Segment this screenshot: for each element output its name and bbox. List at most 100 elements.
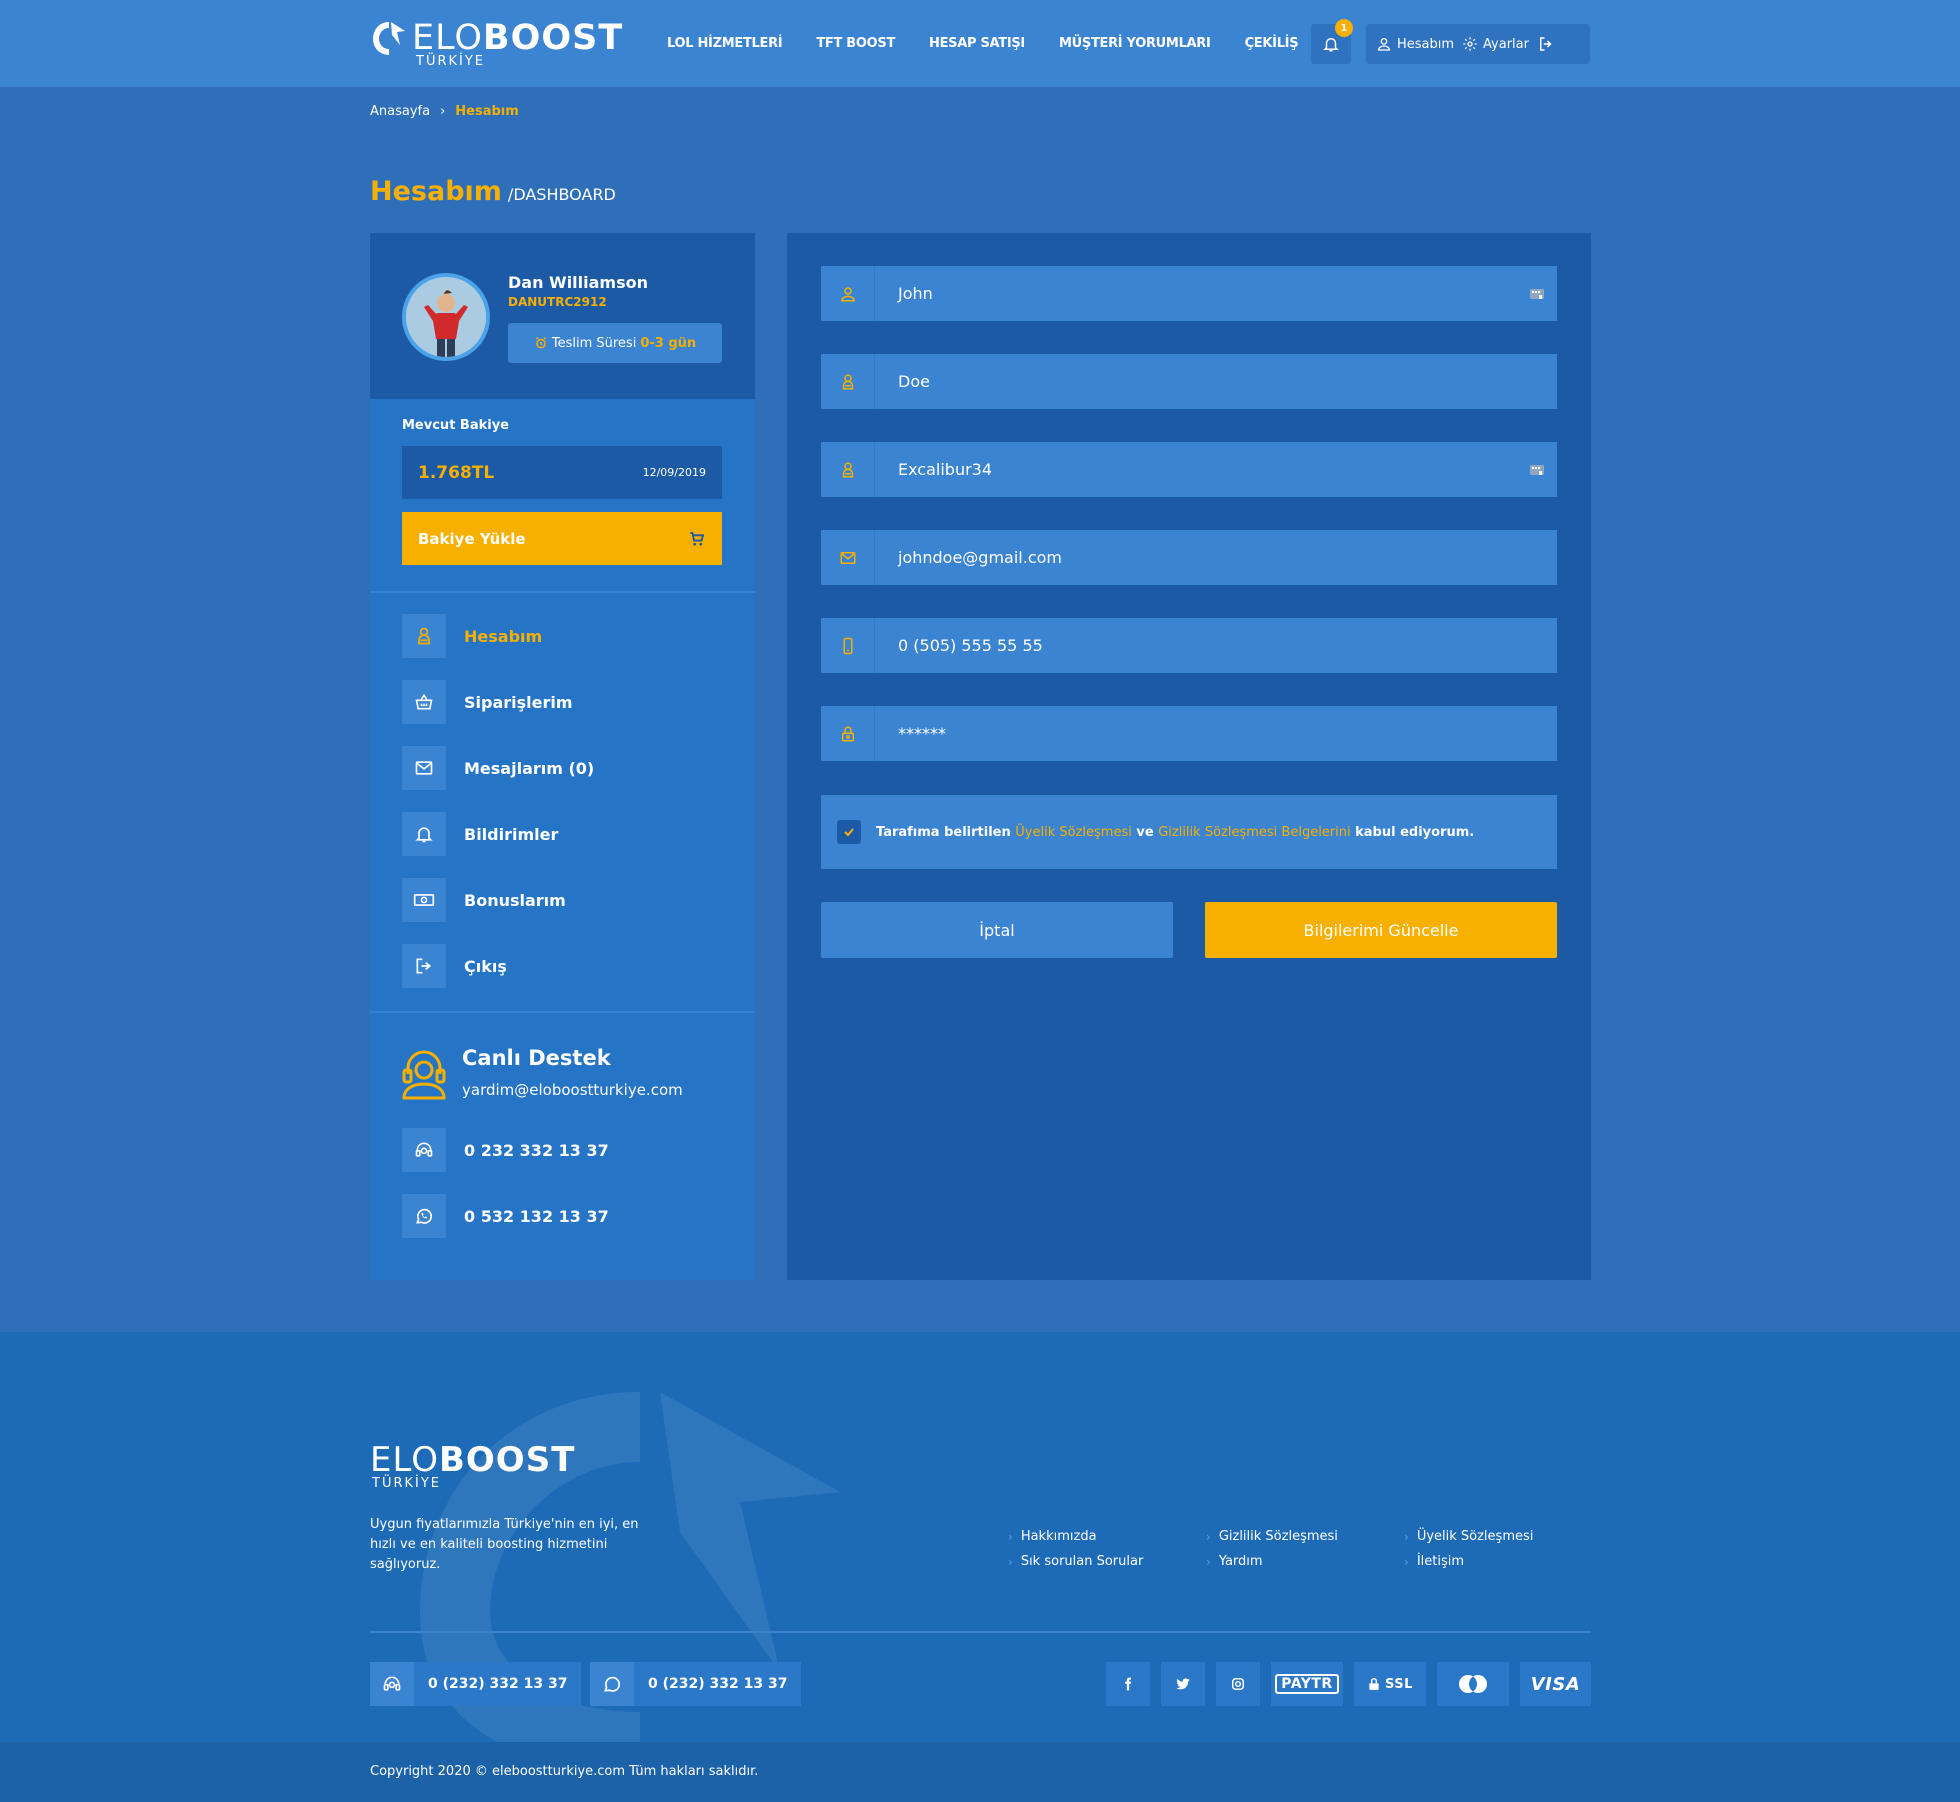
notification-count-badge: 1	[1335, 19, 1353, 37]
lock-icon	[1369, 1678, 1379, 1690]
settings-link[interactable]: Ayarlar	[1462, 36, 1529, 52]
live-support-email[interactable]: yardim@eloboostturkiye.com	[462, 1081, 683, 1099]
page-title-sub: /DASHBOARD	[507, 185, 616, 204]
sidebar-item-label: Bonuslarım	[464, 890, 566, 910]
terms-suffix: kabul ediyorum.	[1355, 824, 1475, 840]
user-badge-icon	[821, 354, 875, 409]
user-badge-icon	[821, 442, 875, 497]
footer-link-about[interactable]: Hakkımızda	[1008, 1529, 1206, 1544]
headset-icon	[402, 1050, 446, 1100]
logo-text: ELOBOOST	[412, 18, 624, 58]
footer-whatsapp[interactable]: 0 (232) 332 13 37	[590, 1662, 802, 1706]
support-phone[interactable]: 0 232 332 13 37	[402, 1128, 722, 1172]
footer-link-contact[interactable]: İletişim	[1404, 1554, 1602, 1569]
breadcrumb-current: Hesabım	[455, 104, 519, 119]
breadcrumb: Anasayfa › Hesabım	[370, 104, 519, 119]
sidebar-item-messages[interactable]: Mesajlarım (0)	[402, 746, 722, 790]
sidebar-item-logout[interactable]: Çıkış	[402, 944, 722, 988]
terms-checkbox[interactable]	[837, 820, 861, 844]
bell-icon	[1323, 38, 1339, 52]
support-whatsapp-number: 0 532 132 13 37	[464, 1206, 609, 1226]
profile-name: Dan Williamson	[508, 273, 648, 292]
facebook-icon	[1125, 1677, 1132, 1691]
mastercard-badge	[1437, 1662, 1509, 1706]
gear-icon	[1463, 37, 1477, 51]
update-info-button[interactable]: Bilgilerimi Güncelle	[1205, 902, 1557, 958]
footer-whatsapp-number: 0 (232) 332 13 37	[648, 1676, 788, 1692]
page-title-main: Hesabım	[370, 176, 502, 207]
last-name-field[interactable]: Doe	[821, 354, 1557, 409]
balance-date: 12/09/2019	[642, 466, 706, 479]
first-name-field[interactable]: John	[821, 266, 1557, 321]
settings-label: Ayarlar	[1483, 36, 1529, 52]
sidebar-item-label: Çıkış	[464, 956, 507, 976]
ssl-label: SSL	[1385, 1676, 1413, 1692]
lock-icon	[821, 706, 875, 761]
phone-field[interactable]: 0 (505) 555 55 55	[821, 618, 1557, 673]
footer-link-privacy[interactable]: Gizlilik Sözleşmesi	[1206, 1529, 1404, 1544]
support-phone-number: 0 232 332 13 37	[464, 1140, 609, 1160]
instagram-icon	[1232, 1678, 1244, 1690]
site-logo[interactable]: ELOBOOST TÜRKİYE	[370, 18, 622, 70]
instagram-link[interactable]	[1216, 1662, 1260, 1706]
whatsapp-icon	[402, 1194, 446, 1238]
nav-lol-services[interactable]: LOL HİZMETLERİ	[667, 36, 783, 51]
first-name-value: John	[898, 284, 933, 303]
account-toolbar: Hesabım Ayarlar	[1366, 24, 1590, 64]
breadcrumb-home[interactable]: Anasayfa	[370, 104, 430, 119]
footer-phone[interactable]: 0 (232) 332 13 37	[370, 1662, 582, 1706]
summoner-name-field[interactable]: Excalibur34	[821, 442, 1557, 497]
copyright-text: Copyright 2020 © eleboostturkiye.com Tüm…	[370, 1764, 759, 1779]
email-field[interactable]: johndoe@gmail.com	[821, 530, 1557, 585]
membership-agreement-link[interactable]: Üyelik Sözleşmesi	[1015, 825, 1132, 840]
money-icon	[402, 878, 446, 922]
twitter-link[interactable]	[1161, 1662, 1205, 1706]
password-field[interactable]: ******	[821, 706, 1557, 761]
autofill-icon	[1517, 286, 1557, 302]
sidebar-divider	[370, 591, 755, 593]
cancel-button[interactable]: İptal	[821, 902, 1173, 958]
page-title: Hesabım /DASHBOARD	[370, 176, 616, 207]
support-whatsapp[interactable]: 0 532 132 13 37	[402, 1194, 722, 1238]
nav-account-sales[interactable]: HESAP SATIŞI	[929, 36, 1025, 51]
sidebar-item-bonuses[interactable]: Bonuslarım	[402, 878, 722, 922]
sidebar-item-label: Siparişlerim	[464, 692, 573, 712]
nav-giveaway[interactable]: ÇEKİLİŞ	[1245, 36, 1299, 51]
main-nav: LOL HİZMETLERİ TFT BOOST HESAP SATIŞI MÜ…	[667, 0, 1299, 87]
facebook-link[interactable]	[1106, 1662, 1150, 1706]
account-link[interactable]: Hesabım	[1376, 36, 1454, 52]
user-icon	[402, 614, 446, 658]
logout-icon	[1540, 37, 1552, 51]
footer-link-help[interactable]: Yardım	[1206, 1554, 1404, 1569]
basket-icon	[402, 680, 446, 724]
profile-username: DANUTRC2912	[508, 295, 607, 309]
footer-logo[interactable]: ELOBOOST TÜRKİYE	[370, 1440, 575, 1495]
footer-link-membership[interactable]: Üyelik Sözleşmesi	[1404, 1529, 1602, 1544]
paytr-label: PAYTR	[1275, 1674, 1339, 1694]
ssl-badge: SSL	[1354, 1662, 1426, 1706]
headset-icon	[402, 1128, 446, 1172]
check-icon	[844, 828, 854, 837]
mail-icon	[821, 530, 875, 585]
logout-icon	[402, 944, 446, 988]
bell-icon	[402, 812, 446, 856]
avatar-image	[406, 277, 486, 357]
sidebar-item-orders[interactable]: Siparişlerim	[402, 680, 722, 724]
sidebar-item-label: Bildirimler	[464, 824, 559, 844]
logout-button[interactable]	[1537, 35, 1555, 53]
email-value: johndoe@gmail.com	[898, 548, 1062, 567]
avatar	[402, 273, 490, 361]
delivery-time-badge: Teslim Süresi 0-3 gün	[508, 323, 722, 363]
sidebar-item-account[interactable]: Hesabım	[402, 614, 722, 658]
logo-mark-icon	[373, 22, 405, 55]
nav-customer-reviews[interactable]: MÜŞTERİ YORUMLARI	[1059, 36, 1211, 51]
account-sidebar: Dan Williamson DANUTRC2912 Teslim Süresi…	[370, 233, 755, 1280]
sidebar-item-notifications[interactable]: Bildirimler	[402, 812, 722, 856]
last-name-value: Doe	[898, 372, 930, 391]
delivery-value: 0-3 gün	[640, 335, 697, 351]
footer-link-faq[interactable]: Sık sorulan Sorular	[1008, 1554, 1206, 1569]
privacy-agreement-link[interactable]: Gizlilik Sözleşmesi Belgelerini	[1158, 825, 1350, 840]
nav-tft-boost[interactable]: TFT BOOST	[816, 36, 895, 51]
load-balance-button[interactable]: Bakiye Yükle	[402, 512, 722, 565]
sidebar-item-label: Mesajlarım (0)	[464, 758, 595, 778]
